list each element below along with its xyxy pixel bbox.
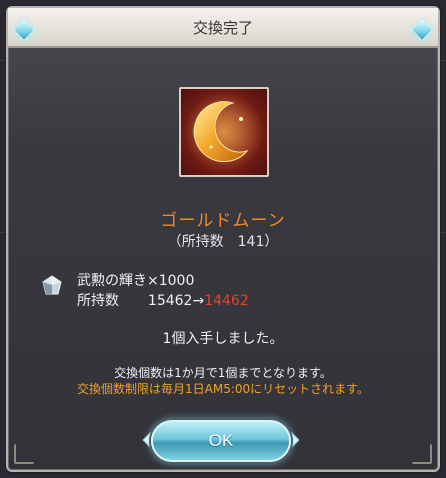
dialog-header: 交換完了: [8, 8, 438, 48]
exchange-complete-dialog: 交換完了 ゴールドムーン （所持数 141） 武勲の輝き×1000 所持数 15…: [6, 6, 440, 472]
limit-note: 交換個数は1か月で1個までとなります。: [114, 366, 332, 380]
received-message: 1個入手しました。: [162, 331, 284, 347]
ok-button-label: OK: [208, 431, 234, 450]
item-image: [179, 87, 269, 177]
crystal-icon: [42, 275, 62, 295]
owned-before: 15462→: [147, 293, 205, 309]
owned-label: 所持数: [77, 293, 119, 309]
ok-button[interactable]: OK: [151, 420, 291, 462]
dialog-title: 交換完了: [192, 18, 253, 37]
item-owned-count: （所持数 141）: [167, 234, 279, 250]
owned-after: 14462: [204, 293, 249, 309]
owned-change: 所持数 15462→14462: [77, 290, 249, 310]
frame-corner-ornament: [412, 444, 432, 464]
reset-note: 交換個数制限は毎月1日AM5:00にリセットされます。: [77, 382, 369, 396]
cost-label: 武勲の輝き×1000: [77, 273, 195, 289]
frame-corner-ornament: [14, 444, 34, 464]
ok-button-wrapper: OK: [142, 420, 300, 462]
item-name: ゴールドムーン: [160, 211, 286, 231]
crescent-moon-icon: [184, 92, 264, 172]
